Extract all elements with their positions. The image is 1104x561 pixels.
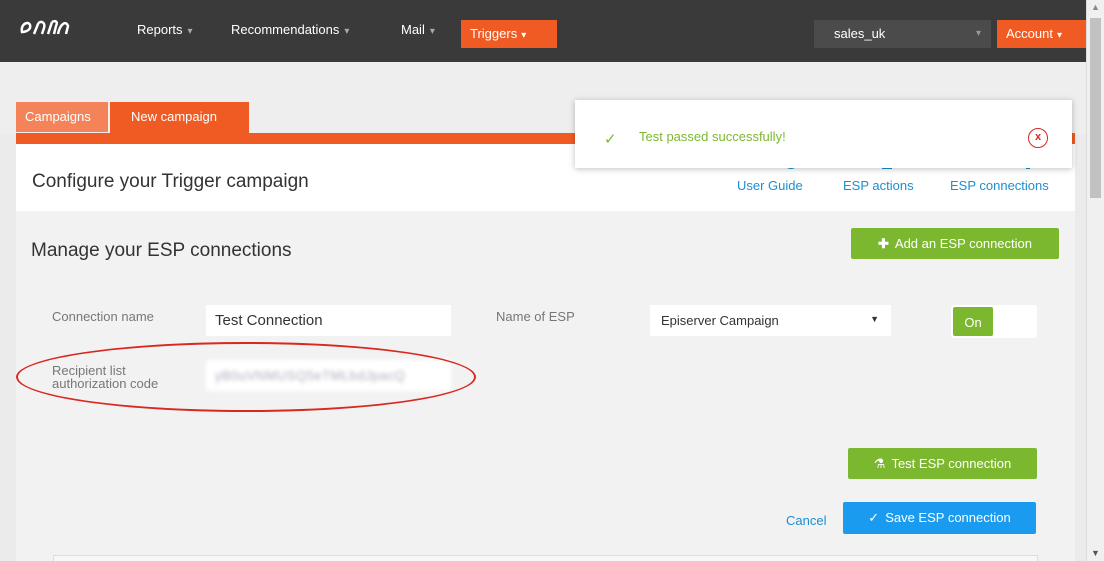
add-esp-connection-button[interactable]: ✚ Add an ESP connection — [851, 228, 1059, 259]
vertical-scrollbar[interactable]: ▲ ▼ — [1086, 0, 1104, 561]
save-esp-connection-label: Save ESP connection — [885, 510, 1011, 525]
connection-name-input[interactable]: Test Connection — [206, 305, 451, 336]
test-esp-connection-label: Test ESP connection — [891, 456, 1012, 471]
annotation-ellipse — [16, 342, 476, 412]
chevron-down-icon: ▾ — [521, 30, 527, 41]
connection-toggle[interactable]: On — [951, 305, 1037, 338]
chevron-down-icon: ▾ — [429, 26, 435, 37]
chevron-down-icon: ▾ — [975, 28, 981, 39]
nav-reports[interactable]: Reports ▾ — [137, 22, 193, 37]
nav-reports-label: Reports — [137, 22, 183, 37]
esp-select-value: Episerver Campaign — [661, 313, 779, 328]
save-esp-connection-button[interactable]: ✓ Save ESP connection — [843, 502, 1036, 534]
flask-icon: ⚗ — [873, 456, 886, 471]
esp-connections-panel: Manage your ESP connections ✚ Add an ESP … — [16, 211, 1075, 561]
esp-actions-link[interactable]: ESP actions — [843, 178, 914, 193]
account-label: Account — [1006, 26, 1053, 41]
plus-icon: ✚ — [878, 236, 889, 251]
nav-recommendations-label: Recommendations — [231, 22, 340, 37]
nav-mail-label: Mail — [401, 22, 425, 37]
cancel-link[interactable]: Cancel — [786, 513, 826, 528]
tab-campaigns[interactable]: Campaigns — [16, 102, 108, 132]
chevron-down-icon: ▾ — [187, 26, 193, 37]
scroll-up-arrow-icon[interactable]: ▲ — [1091, 2, 1100, 12]
esp-name-label: Name of ESP — [496, 309, 575, 324]
scroll-down-arrow-icon[interactable]: ▼ — [1091, 548, 1100, 558]
success-toast: ✓ Test passed successfully! x — [575, 100, 1072, 168]
page-title: Configure your Trigger campaign — [32, 171, 309, 192]
esp-connections-link[interactable]: ESP connections — [950, 178, 1049, 193]
section-title: Manage your ESP connections — [31, 240, 292, 261]
close-icon[interactable]: x — [1028, 128, 1048, 148]
site-select-value: sales_uk — [834, 26, 886, 41]
nav-recommendations[interactable]: Recommendations ▾ — [231, 22, 349, 37]
episerver-logo[interactable] — [18, 12, 98, 42]
nav-triggers-label: Triggers — [470, 26, 518, 41]
chevron-down-icon: ▼ — [870, 314, 879, 324]
nav-mail[interactable]: Mail ▾ — [401, 22, 435, 37]
account-button[interactable]: Account ▾ — [997, 20, 1086, 48]
connections-list-box — [53, 555, 1038, 561]
connection-name-label: Connection name — [52, 309, 154, 324]
chevron-down-icon: ▾ — [344, 26, 350, 37]
checkmark-icon: ✓ — [868, 510, 880, 525]
chevron-down-icon: ▾ — [1056, 30, 1063, 41]
top-navbar: Reports ▾ Recommendations ▾ Mail ▾ Triggers… — [0, 0, 1086, 62]
checkmark-icon: ✓ — [604, 131, 617, 148]
esp-select[interactable]: Episerver Campaign ▼ — [650, 305, 891, 336]
tab-new-campaign[interactable]: New campaign — [110, 102, 249, 135]
toast-message: Test passed successfully! — [639, 129, 786, 144]
nav-triggers[interactable]: Triggers ▾ — [461, 20, 557, 48]
user-guide-link[interactable]: User Guide — [737, 178, 803, 193]
add-esp-connection-label: Add an ESP connection — [894, 236, 1032, 251]
site-select[interactable]: sales_uk ▾ — [814, 20, 991, 48]
scroll-thumb[interactable] — [1090, 18, 1101, 198]
test-esp-connection-button[interactable]: ⚗ Test ESP connection — [848, 448, 1037, 479]
toggle-on-label: On — [953, 307, 993, 336]
